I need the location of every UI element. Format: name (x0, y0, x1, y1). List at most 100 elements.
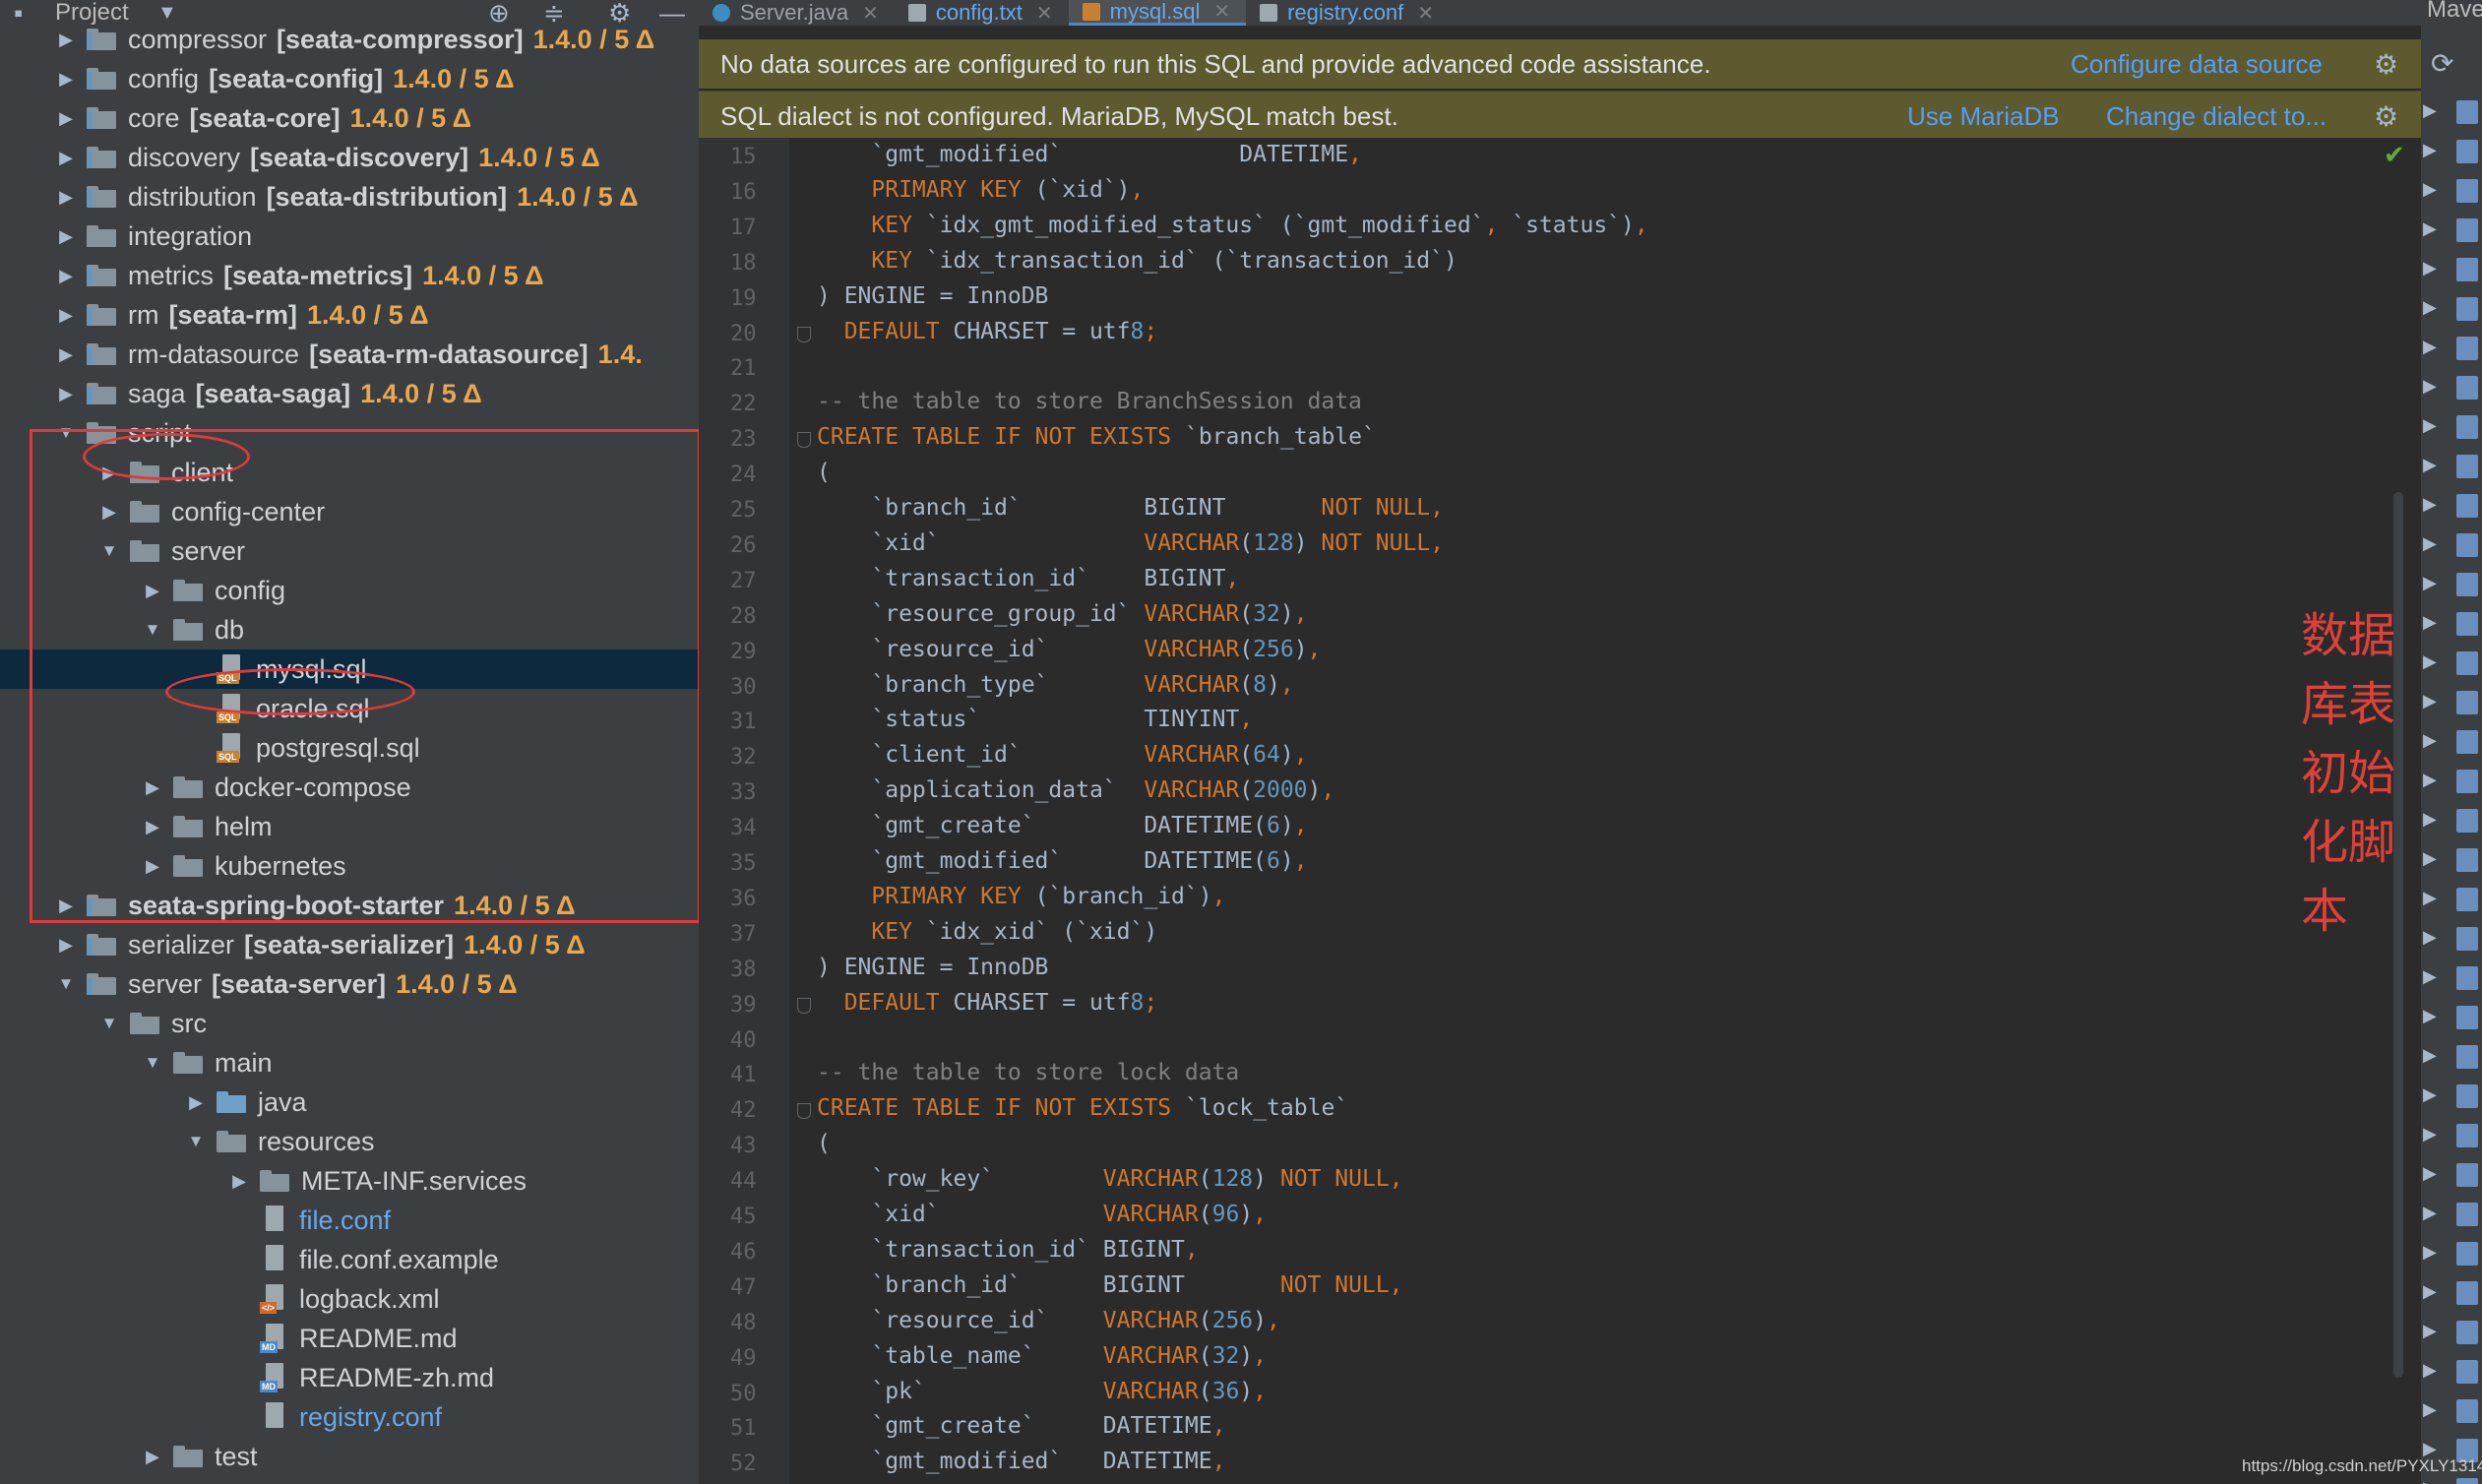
chevron-down-icon[interactable]: ▼ (100, 1014, 118, 1033)
chevron-right-icon[interactable]: ▶ (2423, 337, 2437, 357)
chevron-right-icon[interactable]: ▶ (57, 935, 75, 956)
tree-item[interactable]: ▶ serializer [seata-serializer] 1.4.0 / 5 Δ (0, 925, 699, 964)
chevron-right-icon[interactable]: ▶ (57, 108, 75, 129)
chevron-right-icon[interactable]: ▶ (2423, 809, 2437, 830)
code-line[interactable]: -- the table to store BranchSession data (817, 389, 1362, 414)
close-icon[interactable]: ✕ (1036, 1, 1053, 26)
maven-project-row[interactable]: ▶ (2421, 415, 2482, 451)
chevron-right-icon[interactable]: ▶ (2423, 1124, 2437, 1144)
fold-marker-icon[interactable] (797, 326, 811, 342)
chevron-right-icon[interactable]: ▶ (2423, 1242, 2437, 1263)
tree-item[interactable]: ▶ config [seata-config] 1.4.0 / 5 Δ (0, 59, 699, 98)
maven-project-row[interactable]: ▶ (2421, 1203, 2482, 1238)
editor-tab[interactable]: Server.java ✕ (699, 0, 895, 26)
chevron-right-icon[interactable]: ▶ (2423, 691, 2437, 711)
chevron-right-icon[interactable]: ▶ (57, 384, 75, 404)
code-line[interactable]: CREATE TABLE IF NOT EXISTS `lock_table` (817, 1095, 1348, 1121)
code-line[interactable]: ) ENGINE = InnoDB (817, 283, 1048, 309)
maven-project-row[interactable]: ▶ (2421, 730, 2482, 766)
chevron-right-icon[interactable]: ▶ (2423, 455, 2437, 475)
chevron-right-icon[interactable]: ▶ (2423, 1321, 2437, 1341)
maven-project-row[interactable]: ▶ (2421, 809, 2482, 844)
chevron-right-icon[interactable]: ▶ (2423, 258, 2437, 278)
maven-project-row[interactable]: ▶ (2421, 140, 2482, 175)
maven-project-row[interactable]: ▶ (2421, 1321, 2482, 1356)
chevron-down-icon[interactable]: ▼ (187, 1132, 205, 1151)
code-line[interactable]: ( (817, 460, 831, 485)
chevron-right-icon[interactable]: ▶ (57, 266, 75, 286)
tree-item[interactable]: file.conf (0, 1201, 699, 1240)
chevron-right-icon[interactable]: ▶ (2423, 415, 2437, 436)
chevron-right-icon[interactable]: ▶ (2423, 376, 2437, 397)
fold-marker-icon[interactable] (797, 432, 811, 449)
maven-project-row[interactable]: ▶ (2421, 888, 2482, 923)
maven-project-row[interactable]: ▶ (2421, 651, 2482, 687)
tree-item[interactable]: MD README-zh.md (0, 1358, 699, 1397)
close-icon[interactable]: ✕ (1213, 0, 1230, 24)
chevron-right-icon[interactable]: ▶ (2423, 494, 2437, 515)
code-line[interactable]: `gmt_create` DATETIME, (817, 1413, 1225, 1439)
maven-panel-title[interactable]: Mave (2427, 0, 2482, 24)
code-line[interactable]: PRIMARY KEY (`xid`), (817, 177, 1144, 203)
code-line[interactable]: PRIMARY KEY (`branch_id`), (817, 884, 1225, 909)
chevron-right-icon[interactable]: ▶ (2423, 966, 2437, 987)
chevron-right-icon[interactable]: ▶ (2423, 1399, 2437, 1420)
gear-icon[interactable]: ⚙ (2374, 100, 2398, 133)
maven-project-row[interactable]: ▶ (2421, 258, 2482, 293)
tree-item[interactable]: ▶ saga [seata-saga] 1.4.0 / 5 Δ (0, 374, 699, 413)
code-line[interactable]: `resource_group_id` VARCHAR(32), (817, 601, 1307, 627)
code-line[interactable]: KEY `idx_gmt_modified_status` (`gmt_modi… (817, 213, 1647, 238)
code-line[interactable]: `gmt_modified` DATETIME, (817, 142, 1362, 167)
maven-project-row[interactable]: ▶ (2421, 612, 2482, 648)
code-line[interactable]: `application_data` VARCHAR(2000), (817, 777, 1334, 803)
maven-project-row[interactable]: ▶ (2421, 1006, 2482, 1041)
chevron-right-icon[interactable]: ▶ (144, 1447, 161, 1467)
chevron-right-icon[interactable]: ▶ (2423, 1281, 2437, 1302)
code-line[interactable]: ) ENGINE = InnoDB (817, 955, 1048, 980)
code-line[interactable]: -- the table to store lock data (817, 1060, 1239, 1085)
maven-project-row[interactable]: ▶ (2421, 1045, 2482, 1081)
tree-item[interactable]: </> logback.xml (0, 1279, 699, 1319)
maven-project-row[interactable]: ▶ (2421, 533, 2482, 569)
chevron-right-icon[interactable]: ▶ (230, 1171, 248, 1192)
chevron-right-icon[interactable]: ▶ (2423, 651, 2437, 672)
code-line[interactable]: `status` TINYINT, (817, 707, 1253, 732)
chevron-right-icon[interactable]: ▶ (2423, 218, 2437, 239)
maven-project-row[interactable]: ▶ (2421, 337, 2482, 372)
change-dialect-link[interactable]: Change dialect to... (2106, 101, 2327, 132)
gear-icon[interactable]: ⚙ (2374, 48, 2398, 81)
tree-item[interactable]: ▶ core [seata-core] 1.4.0 / 5 Δ (0, 98, 699, 138)
maven-project-row[interactable]: ▶ (2421, 1360, 2482, 1395)
maven-project-row[interactable]: ▶ (2421, 573, 2482, 608)
code-line[interactable]: `gmt_modified` DATETIME, (817, 1449, 1225, 1474)
code-line[interactable]: `pk` VARCHAR(36), (817, 1379, 1267, 1404)
maven-project-row[interactable]: ▶ (2421, 179, 2482, 215)
code-line[interactable]: KEY `idx_xid` (`xid`) (817, 919, 1157, 945)
code-line[interactable]: `transaction_id` BIGINT, (817, 1237, 1198, 1263)
tree-item[interactable]: ▶ rm [seata-rm] 1.4.0 / 5 Δ (0, 295, 699, 335)
maven-project-row[interactable]: ▶ (2421, 1478, 2482, 1484)
chevron-right-icon[interactable]: ▶ (2423, 1203, 2437, 1223)
code-line[interactable]: `resource_id` VARCHAR(256), (817, 637, 1321, 662)
fold-marker-icon[interactable] (797, 1103, 811, 1120)
chevron-right-icon[interactable]: ▶ (2423, 1006, 2437, 1026)
editor-tab[interactable]: registry.conf ✕ (1246, 0, 1450, 26)
chevron-right-icon[interactable]: ▶ (2423, 1478, 2437, 1484)
tree-item[interactable]: ▶ compressor [seata-compressor] 1.4.0 / 5 Δ (0, 20, 699, 59)
maven-project-row[interactable]: ▶ (2421, 1281, 2482, 1317)
tree-item[interactable]: ▼ main (0, 1043, 699, 1082)
tree-item[interactable]: MD README.md (0, 1319, 699, 1358)
chevron-down-icon[interactable]: ▼ (57, 974, 75, 994)
chevron-right-icon[interactable]: ▶ (2423, 533, 2437, 554)
code-line[interactable]: `branch_id` BIGINT NOT NULL, (817, 495, 1444, 521)
maven-project-row[interactable]: ▶ (2421, 455, 2482, 490)
maven-project-row[interactable]: ▶ (2421, 494, 2482, 529)
chevron-right-icon[interactable]: ▶ (2423, 888, 2437, 908)
chevron-right-icon[interactable]: ▶ (2423, 140, 2437, 160)
fold-marker-icon[interactable] (797, 997, 811, 1014)
code-line[interactable]: CREATE TABLE IF NOT EXISTS `branch_table… (817, 424, 1376, 450)
maven-project-row[interactable]: ▶ (2421, 1163, 2482, 1199)
code-line[interactable]: `table_name` VARCHAR(32), (817, 1343, 1267, 1369)
chevron-down-icon[interactable]: ▼ (144, 1053, 161, 1073)
code-line[interactable]: DEFAULT CHARSET = utf8; (817, 319, 1158, 344)
